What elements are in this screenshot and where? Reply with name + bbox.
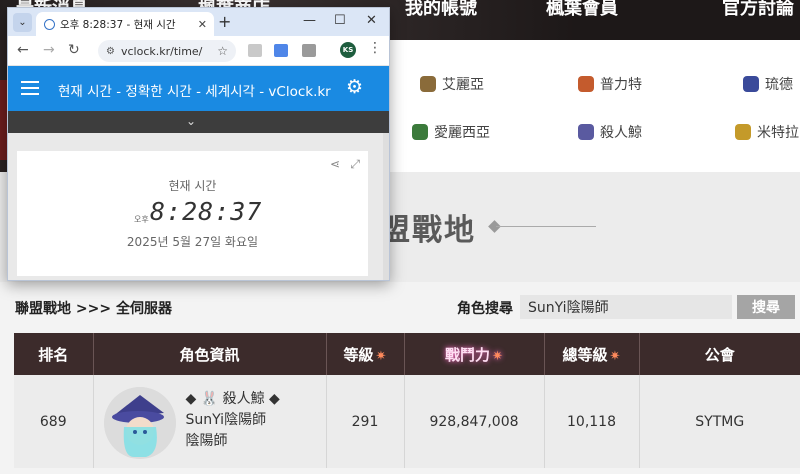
vclock-body: ⋖ ⤢ 현재 시간 오후 8:28:37 2025년 5월 27일 화요일 bbox=[8, 133, 389, 280]
server-aria[interactable]: 艾麗亞 bbox=[420, 74, 484, 94]
server-name: 普力特 bbox=[600, 77, 642, 93]
window-titlebar[interactable]: ⌄ 오후 8:28:37 - 현재 시간 ✕ + — ☐ ✕ bbox=[8, 8, 389, 36]
nav-member[interactable]: 楓葉會員 bbox=[546, 0, 618, 20]
clock-time: 8:28:37 bbox=[150, 197, 263, 226]
server-list: 艾麗亞 普力特 琉德 愛麗西亞 殺人鯨 米特拉 bbox=[390, 40, 800, 172]
sort-icon: ✷ bbox=[492, 348, 503, 364]
sort-icon: ✷ bbox=[609, 348, 621, 364]
col-character-info: 角色資訊 bbox=[93, 333, 327, 375]
search-label: 角色搜尋 bbox=[457, 301, 513, 317]
col-guild: 公會 bbox=[639, 333, 800, 375]
server-elysium[interactable]: 愛麗西亞 bbox=[412, 122, 490, 142]
server-luna[interactable]: 琉德 bbox=[743, 74, 793, 94]
power-cell: 928,847,008 bbox=[404, 375, 545, 468]
close-tab-icon[interactable]: ✕ bbox=[198, 18, 207, 31]
luna-icon bbox=[743, 76, 759, 92]
col-power[interactable]: 戰鬥力 ✷ bbox=[404, 333, 545, 375]
server-name: 愛麗西亞 bbox=[434, 125, 490, 141]
ampm-indicator: 오후 bbox=[134, 215, 149, 224]
ranking-table: 排名 角色資訊 等級 ✷ 戰鬥力 ✷ 總等級 ✷ 公會 689 ◆ 🐰 殺人鯨 … bbox=[14, 333, 800, 468]
scrollbar[interactable] bbox=[383, 133, 389, 280]
bookmark-star-icon[interactable]: ☆ bbox=[217, 44, 228, 58]
total-level-cell: 10,118 bbox=[544, 375, 640, 468]
character-job: 陰陽師 bbox=[185, 433, 228, 449]
table-row[interactable]: 689 ◆ 🐰 殺人鯨 ◆ SunYi陰陽師 陰陽師 291 928,847,0… bbox=[14, 375, 800, 468]
elysium-icon bbox=[412, 124, 428, 140]
browser-tab[interactable]: 오후 8:28:37 - 현재 시간 ✕ bbox=[36, 12, 214, 36]
server-name: 殺人鯨 bbox=[600, 125, 642, 141]
server-orca[interactable]: 殺人鯨 bbox=[578, 122, 642, 142]
aria-icon bbox=[420, 76, 436, 92]
vclock-title: 현재 시간 - 정확한 시간 - 세계시각 - vClock.kr bbox=[58, 84, 331, 100]
sort-icon: ✷ bbox=[375, 348, 387, 364]
minimize-button[interactable]: — bbox=[303, 13, 316, 28]
table-header-row: 排名 角色資訊 等級 ✷ 戰鬥力 ✷ 總等級 ✷ 公會 bbox=[14, 333, 800, 375]
vclock-header: 현재 시간 - 정확한 시간 - 세계시각 - vClock.kr ⚙ bbox=[8, 66, 389, 111]
address-bar[interactable]: ⚙ vclock.kr/time/ ☆ bbox=[98, 40, 236, 62]
server-mitra[interactable]: 米特拉 bbox=[735, 122, 799, 142]
tab-title: 오후 8:28:37 - 현재 시간 bbox=[60, 18, 176, 31]
maximize-button[interactable]: ☐ bbox=[334, 13, 346, 28]
section-title: 盟戰地 bbox=[380, 213, 476, 248]
mitra-icon bbox=[735, 124, 751, 140]
col-level-label: 等級 bbox=[343, 345, 374, 364]
server-name: 琉德 bbox=[765, 77, 793, 93]
orca-icon bbox=[578, 124, 594, 140]
browser-toolbar: ← → ↻ ⚙ vclock.kr/time/ ☆ KS ⋮ bbox=[8, 36, 389, 66]
new-tab-button[interactable]: + bbox=[218, 12, 231, 31]
url-text: vclock.kr/time/ bbox=[120, 44, 203, 58]
browser-menu-icon[interactable]: ⋮ bbox=[368, 40, 382, 56]
search-button[interactable]: 搜尋 bbox=[737, 295, 795, 319]
divider bbox=[496, 226, 596, 227]
hamburger-menu-icon[interactable] bbox=[21, 81, 39, 95]
back-button[interactable]: ← bbox=[17, 42, 29, 58]
plute-icon bbox=[578, 76, 594, 92]
level-cell: 291 bbox=[326, 375, 405, 468]
nav-forum[interactable]: 官方討論 bbox=[722, 0, 794, 20]
col-total-level[interactable]: 總等級 ✷ bbox=[544, 333, 640, 375]
col-power-label: 戰鬥力 bbox=[445, 345, 491, 364]
character-info-cell: ◆ 🐰 殺人鯨 ◆ SunYi陰陽師 陰陽師 bbox=[93, 375, 327, 468]
clock-favicon-icon bbox=[44, 18, 55, 30]
avatar bbox=[103, 387, 176, 459]
clock-label: 현재 시간 bbox=[168, 179, 217, 193]
fullscreen-icon[interactable]: ⤢ bbox=[350, 157, 360, 172]
col-total-level-label: 總等級 bbox=[562, 345, 608, 364]
server-name: 米特拉 bbox=[757, 125, 799, 141]
guild-cell: SYTMG bbox=[639, 375, 800, 468]
translate-icon[interactable] bbox=[274, 44, 288, 57]
server-name: 艾麗亞 bbox=[442, 77, 484, 93]
extensions-icon[interactable] bbox=[302, 44, 316, 57]
share-icon[interactable]: ⋖ bbox=[330, 157, 340, 171]
clock-date: 2025년 5월 27일 화요일 bbox=[126, 235, 259, 249]
character-server: ◆ 🐰 殺人鯨 ◆ bbox=[185, 391, 280, 407]
tab-search-button[interactable]: ⌄ bbox=[13, 13, 32, 32]
col-level[interactable]: 等級 ✷ bbox=[326, 333, 405, 375]
server-plute[interactable]: 普力特 bbox=[578, 74, 642, 94]
settings-gear-icon[interactable]: ⚙ bbox=[346, 76, 363, 98]
character-name[interactable]: SunYi陰陽師 bbox=[186, 410, 280, 431]
collapse-bar[interactable]: ⌄ bbox=[8, 111, 389, 133]
vclock-popup-window[interactable]: ⌄ 오후 8:28:37 - 현재 시간 ✕ + — ☐ ✕ ← → ↻ ⚙ v… bbox=[7, 7, 390, 281]
site-info-icon[interactable]: ⚙ bbox=[106, 46, 115, 57]
reload-button[interactable]: ↻ bbox=[68, 42, 80, 58]
col-rank: 排名 bbox=[14, 333, 94, 375]
cast-icon[interactable] bbox=[248, 44, 262, 57]
profile-avatar[interactable]: KS bbox=[340, 42, 356, 58]
clock-card: ⋖ ⤢ 현재 시간 오후 8:28:37 2025년 5월 27일 화요일 bbox=[17, 151, 368, 276]
rank-cell: 689 bbox=[14, 375, 94, 468]
chevron-down-icon[interactable]: ⌄ bbox=[186, 114, 196, 128]
forward-button[interactable]: → bbox=[43, 42, 55, 58]
nav-account[interactable]: 我的帳號 bbox=[405, 0, 477, 20]
breadcrumb: 聯盟戰地 >>> 全伺服器 bbox=[15, 301, 172, 317]
close-window-button[interactable]: ✕ bbox=[366, 13, 377, 28]
character-info: ◆ 🐰 殺人鯨 ◆ SunYi陰陽師 陰陽師 bbox=[186, 389, 280, 452]
character-search-input[interactable] bbox=[520, 295, 732, 319]
